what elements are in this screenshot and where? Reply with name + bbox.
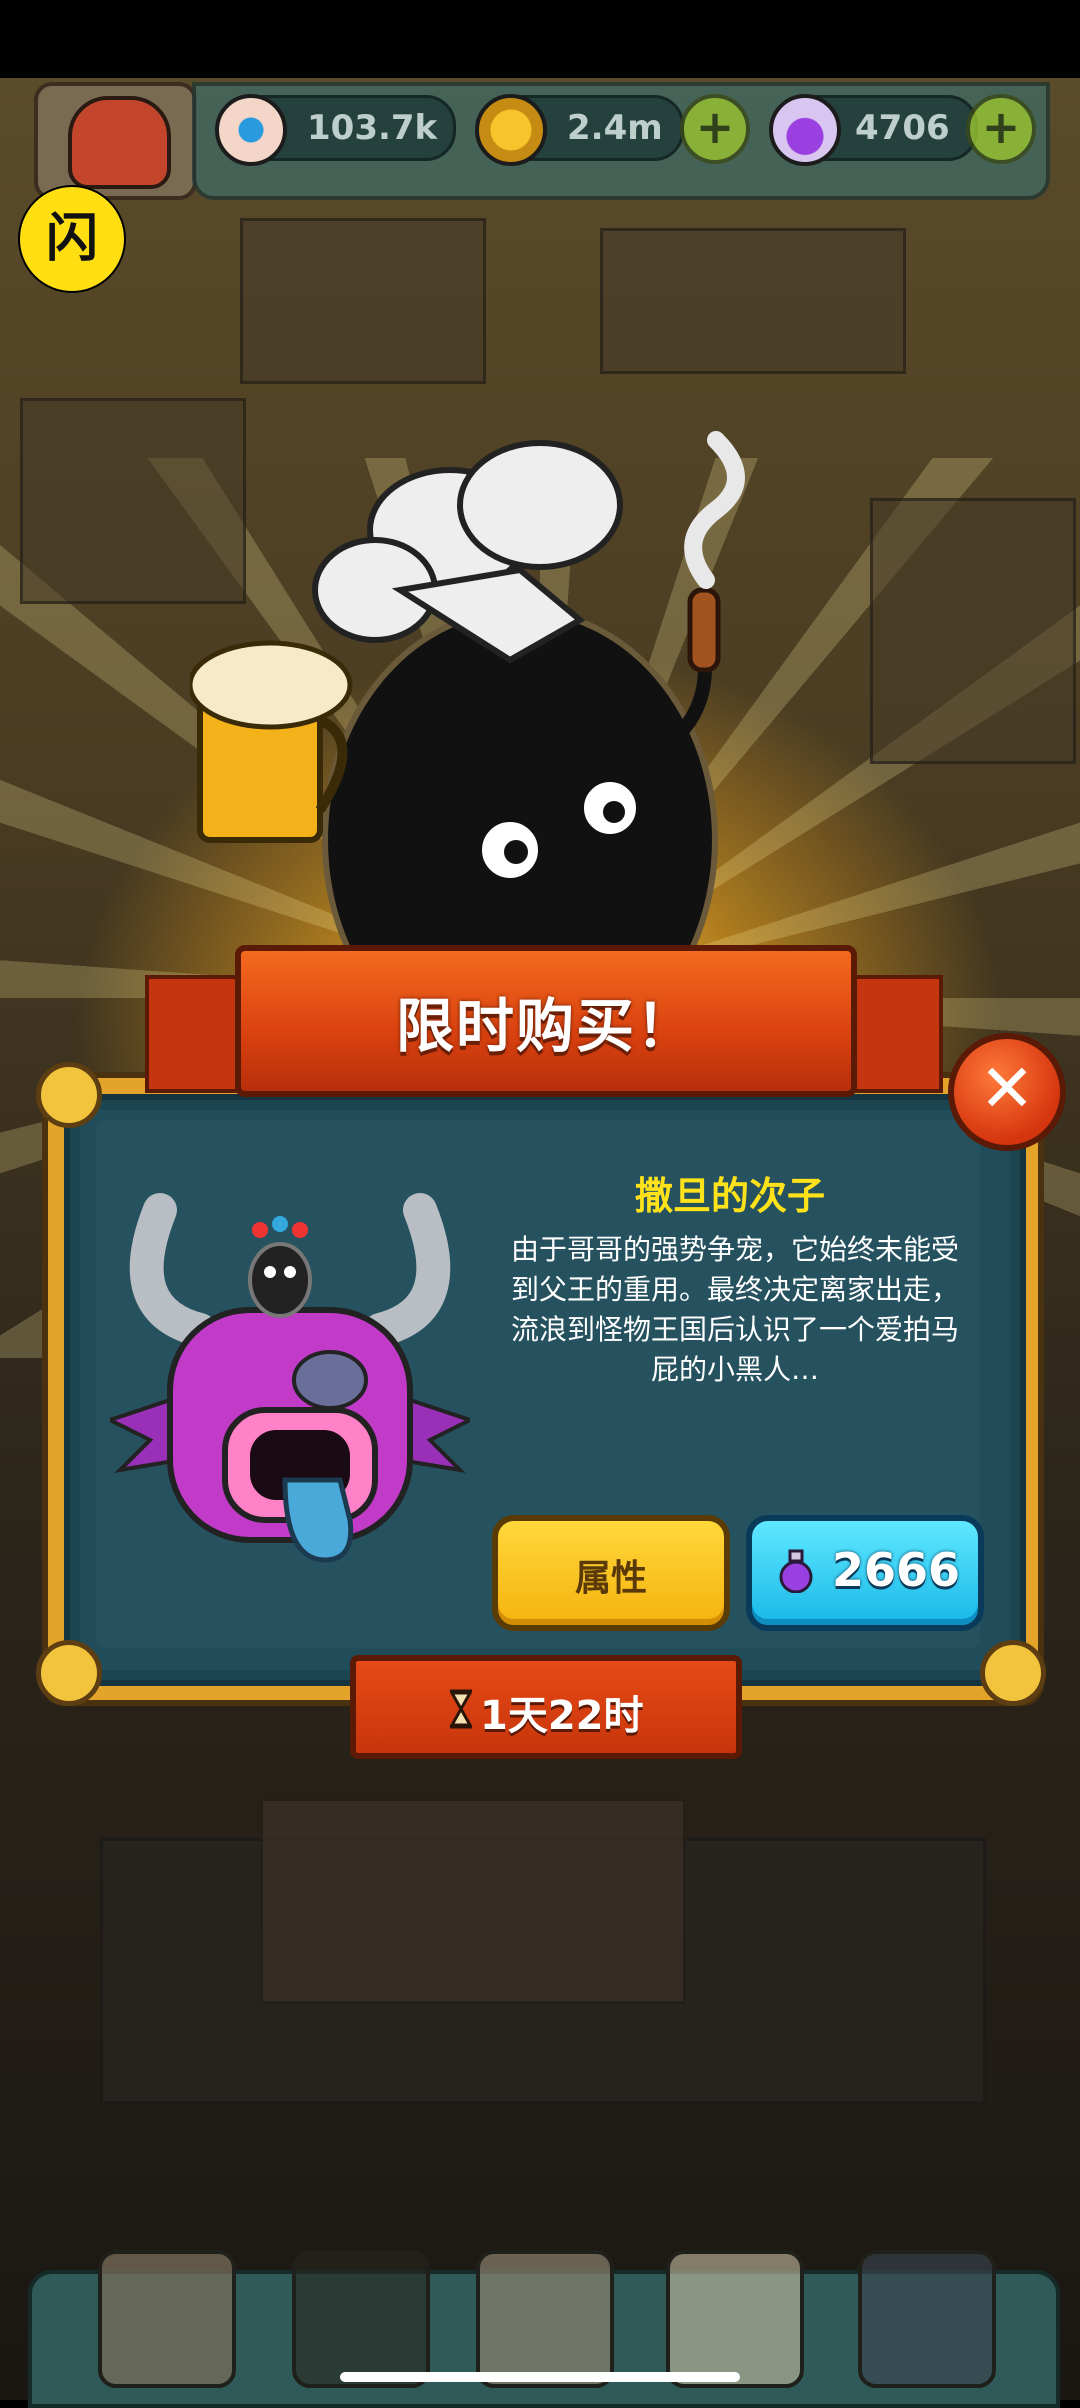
satan-son-monster-illustration [110,1193,470,1563]
background-building [600,228,906,374]
hourglass-icon [449,1689,473,1729]
coin-counter: 2.4m [475,94,684,166]
offer-timer: 1天22时 [350,1655,742,1759]
nav-grid-button[interactable] [858,2250,996,2388]
home-indicator[interactable] [340,2372,740,2382]
nav-monsters-button[interactable] [292,2250,430,2388]
coin-icon [475,94,547,166]
close-button[interactable]: ✕ [948,1033,1066,1151]
nav-building-button[interactable] [98,2250,236,2388]
timer-label: 1天22时 [480,1693,644,1739]
background-building [240,218,486,384]
pet-description: 由于哥哥的强势争宠，它始终未能受到父王的重用。最终决定离家出走，流浪到怪物王国后… [510,1233,959,1386]
flash-glyph-icon: 闪 [45,209,98,269]
potion-icon [779,1549,813,1593]
avatar-face [68,96,171,189]
potion-icon [769,94,841,166]
attributes-button-label: 属性 [574,1558,647,1599]
buy-with-potions-button[interactable]: 2666 [746,1515,984,1631]
frame-corner-ornament [980,1640,1046,1706]
frame-corner-ornament [36,1640,102,1706]
nav-book-button[interactable] [476,2250,614,2388]
flash-badge[interactable]: 闪 [18,185,126,293]
eyeball-count: 103.7k [307,108,438,148]
offer-title: 限时购买！ [395,992,696,1060]
attributes-button[interactable]: 属性 [492,1515,730,1631]
background-building [870,498,1076,764]
offer-title-ribbon: 限时购买！ [235,945,857,1097]
add-potions-button[interactable]: + [966,94,1036,164]
eyeball-counter: 103.7k [215,94,456,166]
player-avatar[interactable] [34,82,197,200]
potion-count: 4706 [855,108,950,148]
kitchen-stove [260,1798,686,2004]
nav-bag-button[interactable] [666,2250,804,2388]
price-label: 2666 [832,1543,961,1597]
potion-counter: 4706 [769,94,978,166]
close-icon: ✕ [979,1050,1035,1127]
frame-corner-ornament [36,1062,102,1128]
status-bar [0,0,1080,78]
pet-name: 撒旦的次子 [634,1174,825,1218]
add-coins-button[interactable]: + [680,94,750,164]
coin-count: 2.4m [567,108,663,148]
eyeball-icon [215,94,287,166]
